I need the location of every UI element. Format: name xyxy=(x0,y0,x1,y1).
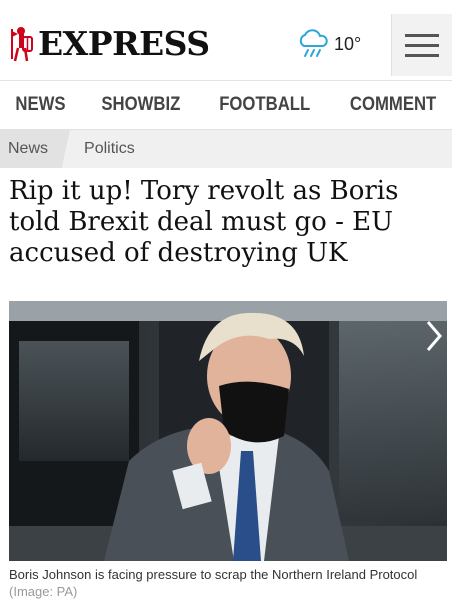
nav-item-comment[interactable]: COMMENT xyxy=(350,94,436,116)
temperature: 10° xyxy=(334,33,362,54)
caption-text: Boris Johnson is facing pressure to scra… xyxy=(9,567,418,582)
site-header: EXPRESS 10° xyxy=(0,0,452,81)
cloud-rain-icon xyxy=(299,29,328,57)
nav-item-news[interactable]: NEWS xyxy=(15,94,65,116)
breadcrumb: News Politics xyxy=(0,130,452,168)
crusader-logo-icon xyxy=(11,26,33,61)
menu-line xyxy=(405,33,439,37)
site-logo[interactable]: EXPRESS xyxy=(8,24,210,63)
hamburger-menu-button[interactable] xyxy=(391,14,452,76)
menu-line xyxy=(405,43,439,47)
nav-item-showbiz[interactable]: SHOWBIZ xyxy=(102,94,181,116)
main-nav: NEWS SHOWBIZ FOOTBALL COMMENT xyxy=(0,81,452,130)
image-caption: Boris Johnson is facing pressure to scra… xyxy=(9,566,445,600)
article-image[interactable] xyxy=(9,301,447,561)
chevron-right-icon[interactable] xyxy=(425,319,443,353)
breadcrumb-politics[interactable]: Politics xyxy=(70,130,135,168)
breadcrumb-news[interactable]: News xyxy=(0,130,71,168)
nav-item-football[interactable]: FOOTBALL xyxy=(219,94,310,116)
menu-line xyxy=(405,53,439,57)
article-headline: Rip it up! Tory revolt as Boris told Bre… xyxy=(9,176,399,268)
logo-text: EXPRESS xyxy=(38,24,210,63)
article-photo xyxy=(9,301,447,561)
image-credit: (Image: PA) xyxy=(9,584,78,599)
weather-widget[interactable]: 10° xyxy=(296,28,361,60)
